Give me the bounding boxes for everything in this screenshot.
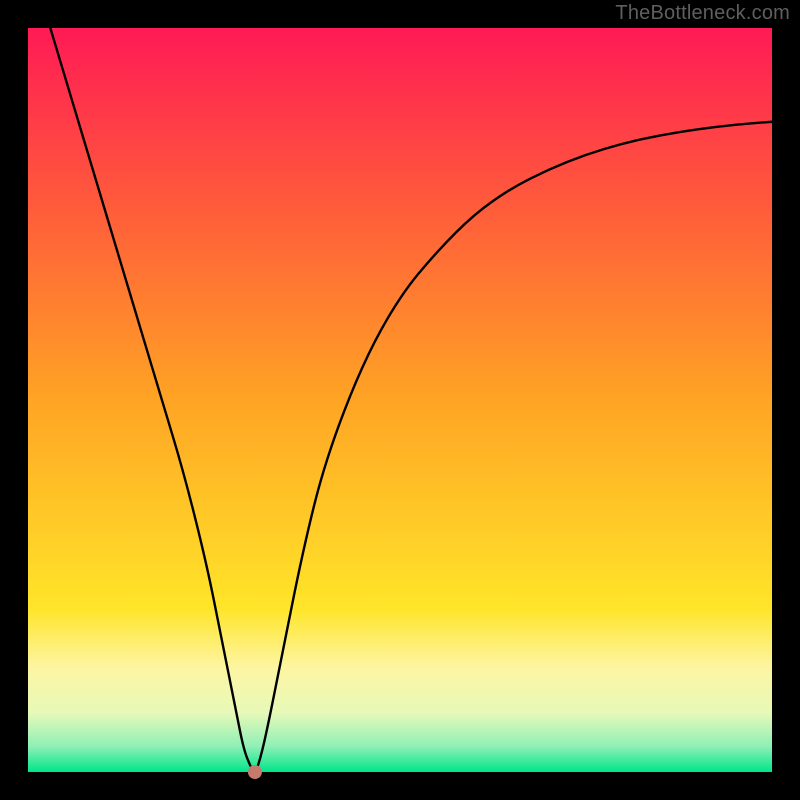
bottleneck-chart xyxy=(0,0,800,800)
plot-background xyxy=(28,28,772,772)
minimum-marker xyxy=(248,765,262,779)
chart-stage: TheBottleneck.com xyxy=(0,0,800,800)
watermark-text: TheBottleneck.com xyxy=(615,2,790,25)
